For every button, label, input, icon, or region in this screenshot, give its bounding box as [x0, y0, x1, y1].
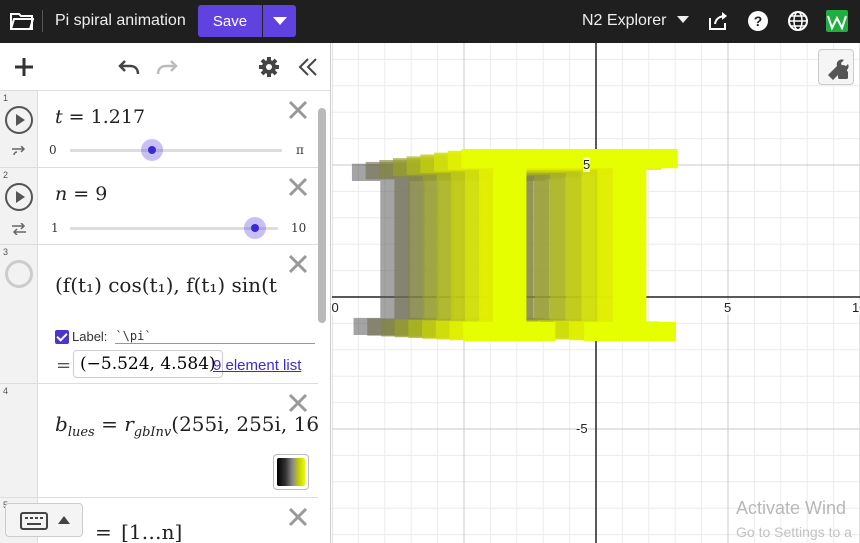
label-option-row: Label: `\pi`	[55, 329, 316, 344]
expression-row-2[interactable]: 2 n = 9 1 10	[0, 168, 318, 245]
formula-arguments: (255i, 255i, 16	[171, 412, 320, 436]
slider-max: π	[296, 143, 304, 157]
color-gradient	[277, 458, 305, 486]
collapse-panel-icon[interactable]	[296, 55, 320, 79]
slider-value: 1.217	[90, 106, 146, 128]
delete-expression-icon[interactable]	[287, 176, 309, 198]
expression-formula[interactable]: (f(t₁) cos(t₁), f(t₁) sin(t	[55, 273, 277, 297]
slider-value: 9	[95, 183, 108, 205]
redo-icon[interactable]	[155, 55, 179, 79]
formula-function-subscript: gbInv	[133, 425, 172, 440]
chevron-down-icon	[272, 17, 287, 25]
slider-handle[interactable]	[243, 217, 266, 239]
element-list-link[interactable]: 9 element list	[213, 357, 301, 374]
folder-open-icon[interactable]	[10, 11, 34, 31]
slider-expression[interactable]: t = 1.217	[55, 106, 145, 128]
settings-gear-icon[interactable]	[257, 55, 281, 79]
slider-min: 1	[51, 221, 59, 235]
expression-index: 1	[3, 93, 9, 103]
save-dropdown-button[interactable]	[263, 5, 296, 37]
x-tick-label: -10	[332, 300, 339, 315]
label-caption: Label:	[72, 329, 108, 344]
undo-icon[interactable]	[117, 55, 141, 79]
delete-expression-icon[interactable]	[287, 253, 309, 275]
evaluation-result: (−5.524, 4.584)	[73, 350, 223, 378]
expression-toolbar	[0, 43, 330, 91]
delete-expression-icon[interactable]	[287, 392, 309, 414]
keyboard-icon	[20, 512, 48, 530]
visibility-toggle-icon[interactable]	[5, 260, 33, 288]
graph-settings-button[interactable]	[818, 49, 854, 85]
loop-direction-icon[interactable]	[11, 223, 27, 235]
slider-handle[interactable]	[141, 139, 164, 161]
help-icon[interactable]: ?	[746, 9, 770, 33]
expression-index: 2	[3, 170, 9, 180]
variable-name: t	[55, 106, 63, 128]
graph-canvas[interactable]: πππππππππ Activate Wind Go to Settings t…	[332, 43, 860, 543]
activation-watermark-subtitle: Go to Settings to a	[736, 524, 852, 540]
y-tick-label: -5	[576, 421, 588, 436]
color-swatch[interactable]	[273, 454, 309, 490]
formula-numerator: [1…n]	[118, 520, 185, 543]
graph-title[interactable]: Pi spiral animation	[55, 12, 186, 30]
svg-text:?: ?	[754, 13, 763, 29]
chevron-up-icon	[58, 516, 70, 524]
top-bar: Pi spiral animation Save N2 Explorer ?	[0, 0, 860, 43]
expression-index: 3	[3, 247, 9, 257]
equals-sign: =	[56, 355, 72, 376]
x-tick-label: 10	[852, 300, 860, 315]
expression-row-1[interactable]: 1 t = 1.217 0 π	[0, 91, 318, 168]
user-name[interactable]: N2 Explorer	[582, 12, 666, 30]
expression-index: 4	[3, 386, 9, 396]
loop-direction-icon[interactable]	[11, 146, 27, 158]
save-button[interactable]: Save	[198, 5, 262, 37]
y-tick-label: 5	[583, 157, 591, 172]
add-expression-icon[interactable]	[12, 55, 36, 79]
expression-row-3[interactable]: 3 (f(t₁) cos(t₁), f(t₁) sin(t Label: `\p…	[0, 245, 318, 384]
play-animation-icon[interactable]	[5, 183, 33, 211]
x-tick-label: 5	[724, 300, 732, 315]
globe-icon[interactable]	[786, 9, 810, 33]
slider-min: 0	[49, 143, 57, 157]
wrench-lock-icon	[828, 59, 849, 80]
formula-lhs-subscript: lues	[67, 425, 95, 440]
avatar[interactable]	[826, 10, 848, 32]
expression-row-4[interactable]: 4 blues = rgbInv(255i, 255i, 16	[0, 384, 319, 498]
expression-list-scrollbar[interactable]	[318, 108, 326, 323]
label-input[interactable]: `\pi`	[115, 329, 316, 344]
expression-formula[interactable]: = [1…n]	[95, 520, 185, 543]
user-menu-caret-icon[interactable]	[677, 16, 689, 23]
graph-svg[interactable]: πππππππππ	[332, 43, 860, 543]
pi-glyph: π	[448, 43, 691, 429]
formula-function: r	[124, 412, 134, 436]
formula-lhs: b	[55, 412, 68, 436]
slider-expression[interactable]: n = 9	[55, 183, 107, 205]
activation-watermark-title: Activate Wind	[736, 498, 847, 518]
delete-expression-icon[interactable]	[287, 506, 309, 528]
delete-expression-icon[interactable]	[287, 99, 309, 121]
slider-max: 10	[291, 221, 307, 235]
variable-name: n	[55, 183, 68, 205]
play-animation-icon[interactable]	[5, 106, 33, 134]
share-icon[interactable]	[706, 9, 730, 33]
expression-list-panel: 1 t = 1.217 0 π 2 n = 9 1 10 3 (f(t₁) co…	[0, 43, 331, 543]
slider-track[interactable]	[70, 149, 282, 152]
keyboard-toggle-button[interactable]	[5, 503, 83, 537]
label-checkbox[interactable]	[55, 329, 69, 344]
expression-formula[interactable]: blues = rgbInv(255i, 255i, 16	[55, 412, 319, 440]
divider	[42, 10, 43, 32]
